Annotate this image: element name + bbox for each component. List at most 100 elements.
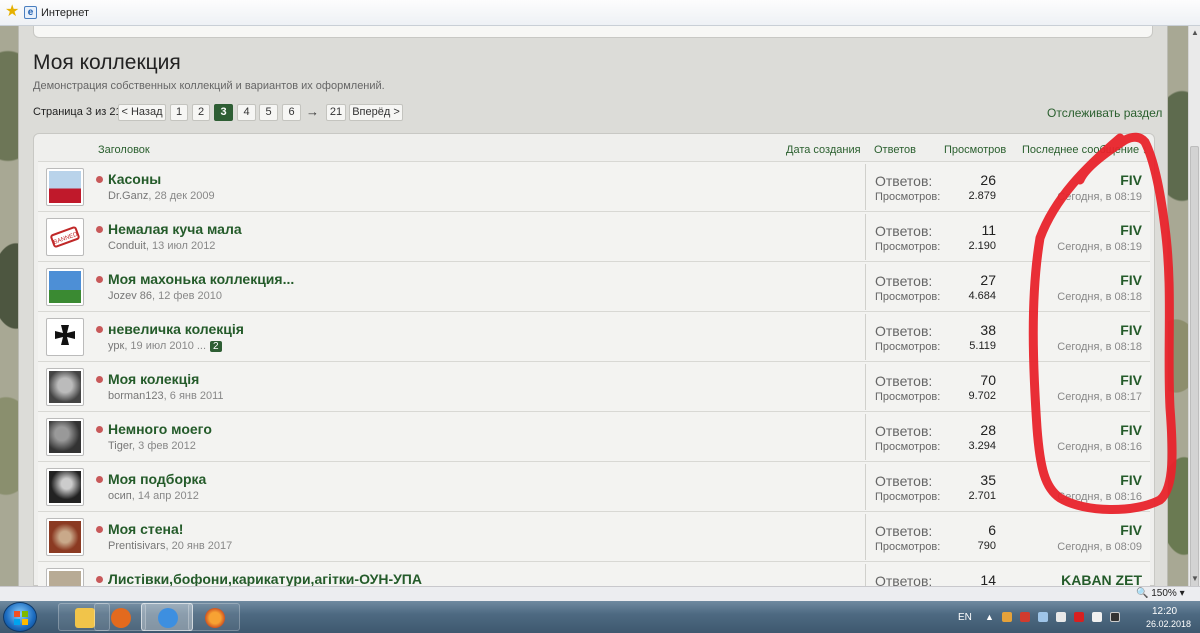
favorites-link-internet[interactable]: Интернет bbox=[41, 7, 89, 19]
pagination-page-6[interactable]: 6 bbox=[282, 104, 301, 121]
tray-device-icon[interactable] bbox=[1092, 612, 1102, 622]
thread-date: , 19 июл 2010 ... bbox=[124, 340, 207, 352]
forum-description: Демонстрация собственных коллекций и вар… bbox=[33, 80, 385, 92]
replies-count: 11 bbox=[981, 222, 996, 238]
thread-author-link[interactable]: borman123 bbox=[108, 390, 164, 402]
thread-row: Моя махонька коллекция... Jozev 86, 12 ф… bbox=[38, 261, 1150, 311]
avatar[interactable] bbox=[46, 168, 84, 206]
pagination-page-current[interactable]: 3 bbox=[214, 104, 233, 121]
thread-row: BANNED Немалая куча мала Conduit, 13 июл… bbox=[38, 211, 1150, 261]
tray-antivirus-icon[interactable] bbox=[1020, 612, 1030, 622]
stats-divider bbox=[865, 514, 866, 560]
page-title: Моя коллекция bbox=[33, 51, 181, 74]
stats-divider bbox=[865, 364, 866, 410]
pagination-page-1[interactable]: 1 bbox=[170, 104, 188, 121]
thread-row: Касоны Dr.Ganz, 28 дек 2009 Ответов: Про… bbox=[38, 161, 1150, 211]
avatar[interactable] bbox=[46, 468, 84, 506]
zoom-value: 150% bbox=[1151, 588, 1177, 599]
thread-title-link[interactable]: Моя колекція bbox=[108, 371, 199, 387]
watch-forum-link[interactable]: Отслеживать раздел bbox=[1047, 106, 1162, 120]
replies-count: 35 bbox=[980, 472, 996, 488]
thread-meta: Tiger, 3 фев 2012 bbox=[108, 440, 196, 452]
unread-indicator-icon bbox=[96, 426, 103, 433]
tray-tool-icon[interactable] bbox=[1110, 612, 1120, 622]
ie-page-icon: e bbox=[24, 6, 37, 19]
stats-divider bbox=[865, 164, 866, 210]
avatar[interactable] bbox=[46, 568, 84, 586]
ie-icon bbox=[158, 608, 178, 628]
avatar[interactable] bbox=[46, 268, 84, 306]
stats-divider bbox=[865, 314, 866, 360]
avatar[interactable] bbox=[46, 418, 84, 456]
start-button[interactable] bbox=[3, 602, 37, 632]
tray-volume-icon[interactable] bbox=[1056, 612, 1066, 622]
unread-indicator-icon bbox=[96, 476, 103, 483]
thread-row: Листівки,бофони,карикатури,агітки-ОУН-УП… bbox=[38, 561, 1150, 586]
taskbar-time[interactable]: 12:20 bbox=[1152, 606, 1177, 617]
thread-title-link[interactable]: Немного моего bbox=[108, 421, 212, 437]
iron-cross-icon bbox=[55, 325, 75, 345]
avatar[interactable] bbox=[46, 368, 84, 406]
thread-title-link[interactable]: Листівки,бофони,карикатури,агітки-ОУН-УП… bbox=[108, 571, 422, 586]
taskbar-date[interactable]: 26.02.2018 bbox=[1146, 619, 1191, 629]
tray-expand-icon[interactable]: ▲ bbox=[985, 612, 995, 622]
tray-network-icon[interactable] bbox=[1038, 612, 1048, 622]
stats-divider bbox=[865, 564, 866, 586]
column-header-replies[interactable]: Ответов bbox=[874, 144, 916, 156]
pagination-next-button[interactable]: Вперёд > bbox=[349, 104, 403, 121]
vertical-scrollbar[interactable]: ▲ ▼ bbox=[1188, 26, 1200, 606]
pagination-page-last[interactable]: 21 bbox=[326, 104, 346, 121]
avatar[interactable] bbox=[46, 518, 84, 556]
views-count: 9.702 bbox=[968, 390, 996, 402]
thread-author-link[interactable]: урк bbox=[108, 340, 124, 352]
pagination-page-4[interactable]: 4 bbox=[237, 104, 256, 121]
pagination-prev-button[interactable]: < Назад bbox=[118, 104, 166, 121]
thread-author-link[interactable]: Conduit bbox=[108, 240, 146, 252]
red-annotation-loop bbox=[1028, 132, 1177, 514]
thread-page-badge[interactable]: 2 bbox=[210, 341, 222, 352]
scroll-up-icon[interactable]: ▲ bbox=[1191, 28, 1199, 37]
column-header-created[interactable]: Дата создания bbox=[786, 144, 861, 156]
scrollbar-thumb[interactable] bbox=[1190, 146, 1199, 606]
last-post-time[interactable]: Сегодня, в 08:09 bbox=[998, 541, 1142, 553]
thread-title-link[interactable]: Немалая куча мала bbox=[108, 221, 242, 237]
thread-author-link[interactable]: Jozev 86 bbox=[108, 290, 152, 302]
zoom-level[interactable]: 🔍 150% ▾ bbox=[1136, 588, 1185, 599]
taskbar-media-player-button[interactable] bbox=[94, 603, 146, 631]
replies-count: 14 bbox=[980, 572, 996, 586]
favorites-star-icon[interactable]: ★ bbox=[5, 4, 21, 20]
thread-title-link[interactable]: невеличка колекція bbox=[108, 321, 244, 337]
pagination-page-5[interactable]: 5 bbox=[259, 104, 278, 121]
taskbar-firefox-button[interactable] bbox=[188, 603, 240, 631]
tray-app-icon[interactable] bbox=[1002, 612, 1012, 622]
thread-author-link[interactable]: Tiger bbox=[108, 440, 132, 452]
thread-author-link[interactable]: Prentisivars bbox=[108, 540, 165, 552]
thread-date: , 14 апр 2012 bbox=[131, 490, 199, 502]
pagination-page-2[interactable]: 2 bbox=[192, 104, 210, 121]
avatar[interactable] bbox=[46, 318, 84, 356]
stats-divider bbox=[865, 264, 866, 310]
language-indicator[interactable]: EN bbox=[958, 612, 972, 623]
thread-title-link[interactable]: Моя подборка bbox=[108, 471, 206, 487]
column-header-views[interactable]: Просмотров bbox=[944, 144, 1006, 156]
thread-author-link[interactable]: Dr.Ganz bbox=[108, 190, 148, 202]
thread-meta: Prentisivars, 20 янв 2017 bbox=[108, 540, 232, 552]
taskbar-ie-button[interactable] bbox=[141, 603, 193, 631]
thread-title-link[interactable]: Моя махонька коллекция... bbox=[108, 271, 294, 287]
thread-date: , 20 янв 2017 bbox=[165, 540, 233, 552]
stats-divider bbox=[865, 214, 866, 260]
avatar[interactable]: BANNED bbox=[46, 218, 84, 256]
top-panel-bottom bbox=[33, 26, 1153, 38]
last-post-user[interactable]: KABAN ZET bbox=[998, 572, 1142, 586]
tray-update-icon[interactable] bbox=[1074, 612, 1084, 622]
column-header-title[interactable]: Заголовок bbox=[98, 144, 150, 156]
thread-meta: урк, 19 июл 2010 ... 2 bbox=[108, 340, 222, 352]
folder-icon bbox=[75, 608, 95, 628]
unread-indicator-icon bbox=[96, 226, 103, 233]
scroll-down-icon[interactable]: ▼ bbox=[1191, 574, 1199, 583]
thread-title-link[interactable]: Моя стена! bbox=[108, 521, 183, 537]
thread-title-link[interactable]: Касоны bbox=[108, 171, 161, 187]
thread-meta: Dr.Ganz, 28 дек 2009 bbox=[108, 190, 215, 202]
replies-count: 70 bbox=[980, 372, 996, 388]
thread-author-link[interactable]: осип bbox=[108, 490, 132, 502]
